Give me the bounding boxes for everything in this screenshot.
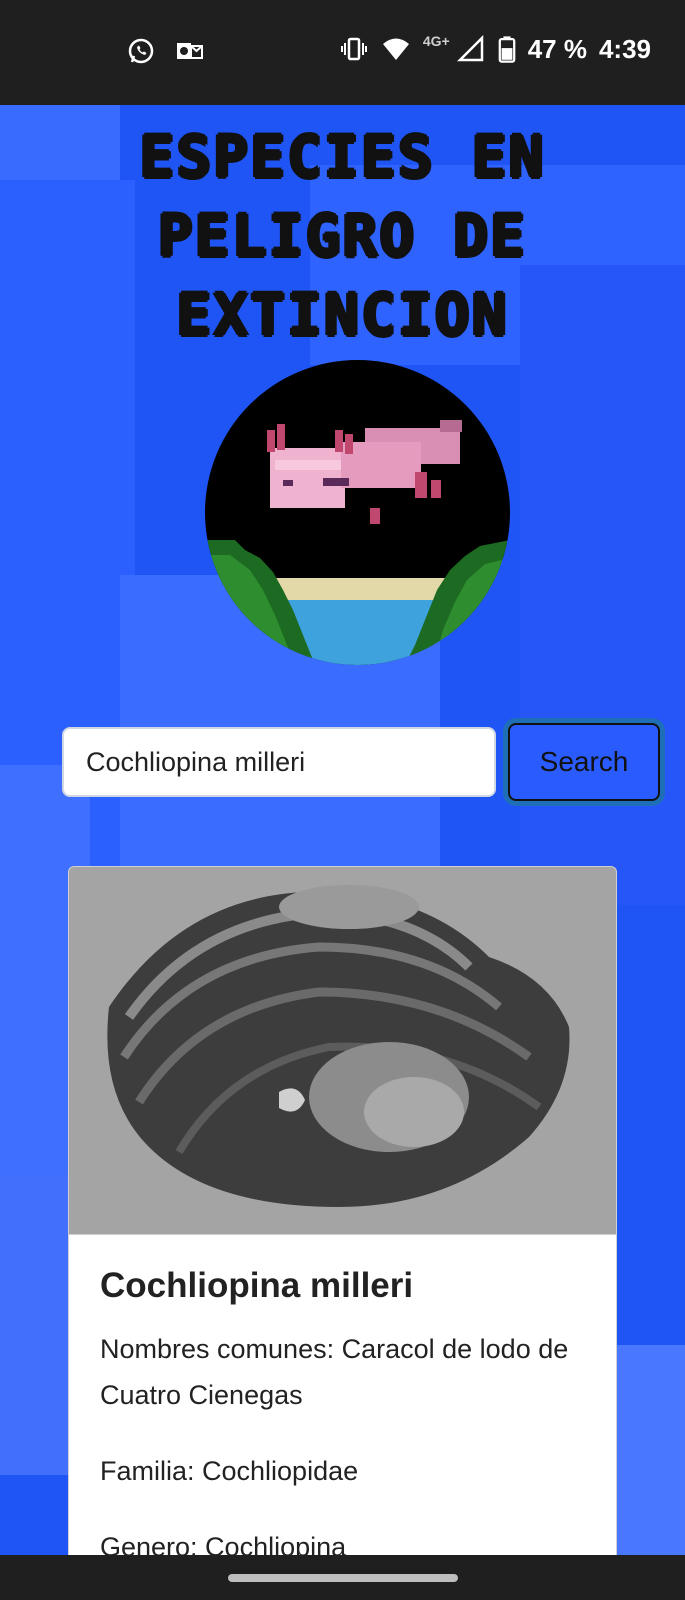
wifi-icon: [382, 38, 409, 60]
outlook-icon: [177, 43, 203, 59]
clock: 4:39: [598, 34, 651, 64]
status-bar: 4G+ 47 % 4:39: [0, 0, 685, 105]
network-type: 4G+: [422, 33, 450, 49]
search-button[interactable]: Search: [508, 723, 660, 801]
card-body: Cochliopina milleri Nombres comunes: Car…: [69, 1235, 616, 1567]
title-line: EXTINCION: [176, 281, 509, 349]
family: Familia: Cochliopidae: [100, 1456, 359, 1486]
battery-percent: 47 %: [527, 34, 587, 64]
vibrate-icon: [340, 37, 367, 61]
home-gesture-handle[interactable]: [228, 1574, 458, 1582]
page-title: ESPECIES EN PELIGRO DE EXTINCION: [0, 118, 685, 355]
title-line: ESPECIES EN: [139, 123, 546, 191]
common-names: Nombres comunes: Caracol de lodo de Cuat…: [100, 1334, 569, 1410]
axolotl-logo: [205, 360, 510, 665]
status-bar-system: 4G+ 47 % 4:39: [339, 33, 651, 64]
search-input[interactable]: [62, 727, 496, 797]
status-bar-notifications: [126, 36, 204, 66]
navigation-bar: [0, 1555, 685, 1600]
whatsapp-icon: [128, 38, 154, 64]
signal-icon: [456, 34, 483, 62]
species-card: Cochliopina milleri Nombres comunes: Car…: [68, 866, 617, 1568]
title-line: PELIGRO DE: [157, 202, 528, 270]
snail-shell-photo: [69, 867, 616, 1235]
battery-icon: [498, 36, 516, 63]
species-name: Cochliopina milleri: [100, 1266, 414, 1305]
